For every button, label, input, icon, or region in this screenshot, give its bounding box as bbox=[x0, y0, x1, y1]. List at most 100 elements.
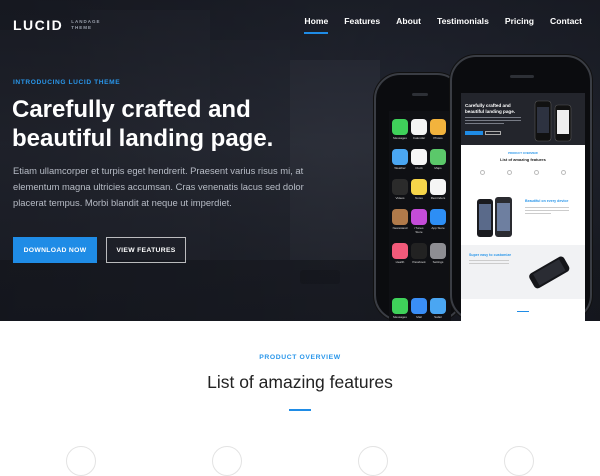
mini-primary-button bbox=[465, 131, 483, 135]
dock-app-icon[interactable]: Messages bbox=[392, 298, 408, 319]
mini-section2-title: Beautiful on every device bbox=[525, 199, 569, 203]
brand-name: LUCID bbox=[13, 17, 64, 33]
app-icon-image bbox=[411, 149, 427, 165]
app-icon[interactable]: App Store bbox=[430, 209, 446, 234]
hero-lead-text: Etiam ullamcorper et turpis eget hendrer… bbox=[13, 165, 304, 208]
mini-phone-landscape-image bbox=[529, 256, 570, 289]
app-icon-label: Weather bbox=[394, 166, 406, 170]
dock-app-label: Mail bbox=[416, 315, 422, 319]
main-nav: Home Features About Testimonials Pricing… bbox=[304, 16, 582, 34]
nav-item-features[interactable]: Features bbox=[344, 16, 380, 34]
app-icon-label: Settings bbox=[432, 260, 444, 264]
brand-subtitle-line2: THEME bbox=[71, 25, 93, 30]
mini-hero-title: Carefully crafted and beautiful landing … bbox=[465, 103, 516, 114]
app-icon-image bbox=[411, 119, 427, 135]
mini-footer bbox=[461, 303, 585, 321]
brand-subtitle: LANDAGE THEME bbox=[71, 19, 100, 31]
app-icon[interactable]: Passbook bbox=[411, 243, 427, 264]
app-icon[interactable]: Health bbox=[392, 243, 408, 264]
overview-label: PRODUCT OVERVIEW bbox=[259, 354, 341, 361]
phone-speaker bbox=[412, 93, 428, 96]
app-icon-image bbox=[392, 243, 408, 259]
brand-subtitle-line1: LANDAGE bbox=[71, 19, 101, 24]
app-icon-image bbox=[430, 119, 446, 135]
app-icon-label: Health bbox=[395, 260, 405, 264]
hero-eyebrow: INTRODUCING LUCID THEME bbox=[13, 79, 121, 86]
dock-app-label: Messages bbox=[393, 315, 407, 319]
app-icon[interactable]: Maps bbox=[430, 149, 446, 170]
nav-item-home[interactable]: Home bbox=[304, 16, 328, 34]
download-now-button[interactable]: DOWNLOAD NOW bbox=[13, 237, 97, 263]
app-icon-label: Videos bbox=[395, 196, 405, 200]
app-dock: Messages Mail Safari bbox=[392, 298, 446, 319]
app-icon-image bbox=[411, 243, 427, 259]
dock-app-icon[interactable]: Mail bbox=[411, 298, 427, 319]
mini-customize-section: Super easy to customize bbox=[461, 245, 585, 299]
mini-devices-section: Beautiful on every device bbox=[461, 193, 585, 241]
app-icon[interactable]: Weather bbox=[392, 149, 408, 170]
app-icon-label: Reminders bbox=[430, 196, 446, 200]
app-icon-image bbox=[430, 209, 446, 225]
section-divider bbox=[289, 409, 311, 411]
mini-devices-image bbox=[477, 197, 512, 237]
nav-item-contact[interactable]: Contact bbox=[550, 16, 582, 34]
app-icon-label: Calendar bbox=[412, 136, 426, 140]
mini-secondary-button bbox=[485, 131, 501, 135]
mini-hero: Carefully crafted and beautiful landing … bbox=[461, 93, 585, 145]
app-icon[interactable]: Messages bbox=[392, 119, 408, 140]
phone-mockup-right: Carefully crafted and beautiful landing … bbox=[450, 55, 592, 321]
app-icon-label: Passbook bbox=[412, 260, 426, 264]
app-icon-label: Maps bbox=[434, 166, 442, 170]
phone-speaker bbox=[510, 75, 534, 78]
feature-icon-circle bbox=[212, 446, 242, 476]
app-icon[interactable]: Settings bbox=[430, 243, 446, 264]
app-icon[interactable]: Videos bbox=[392, 179, 408, 200]
dock-app-icon[interactable]: Safari bbox=[430, 298, 446, 319]
mini-section-label: PRODUCT OVERVIEW bbox=[508, 151, 538, 155]
feature-icon-circle bbox=[504, 446, 534, 476]
brand-logo[interactable]: LUCID LANDAGE THEME bbox=[13, 17, 101, 33]
hero-headline: Carefully crafted and beautiful landing … bbox=[12, 96, 274, 152]
nav-item-pricing[interactable]: Pricing bbox=[505, 16, 534, 34]
dock-app-image bbox=[411, 298, 427, 314]
mini-phones-image bbox=[534, 100, 572, 142]
app-icon-image bbox=[411, 179, 427, 195]
app-icon-grid: Messages Calendar Photos Weather Clock Maps Vi… bbox=[392, 119, 446, 264]
app-icon-image bbox=[392, 209, 408, 225]
overview-title: List of amazing features bbox=[207, 372, 393, 392]
mini-section3-title: Super easy to customize bbox=[469, 253, 512, 257]
nav-item-about[interactable]: About bbox=[396, 16, 421, 34]
app-icon-label: iTunes Store bbox=[414, 226, 424, 234]
mini-features-section: PRODUCT OVERVIEW List of amazing feature… bbox=[461, 151, 585, 175]
app-icon[interactable]: Newsstand bbox=[392, 209, 408, 234]
mini-section-title: List of amazing features bbox=[500, 157, 546, 162]
hero-section: LUCID LANDAGE THEME Home Features About … bbox=[0, 0, 600, 321]
app-icon-image bbox=[430, 243, 446, 259]
feature-icon-circle bbox=[358, 446, 388, 476]
app-icon-label: Photos bbox=[433, 136, 443, 140]
mini-section3-text bbox=[469, 260, 509, 266]
app-icon[interactable]: Photos bbox=[430, 119, 446, 140]
app-icon[interactable]: Notes bbox=[411, 179, 427, 200]
app-icon-label: Clock bbox=[415, 166, 423, 170]
app-icon-image bbox=[392, 149, 408, 165]
mini-feature-icons bbox=[461, 170, 585, 175]
app-icon[interactable]: Clock bbox=[411, 149, 427, 170]
dock-app-image bbox=[392, 298, 408, 314]
view-features-button[interactable]: VIEW FEATURES bbox=[106, 237, 186, 263]
app-icon-image bbox=[392, 119, 408, 135]
app-icon-label: Newsstand bbox=[392, 226, 408, 230]
app-icon[interactable]: iTunes Store bbox=[411, 209, 427, 234]
app-icon-image bbox=[392, 179, 408, 195]
app-icon-image bbox=[411, 209, 427, 225]
mini-hero-text bbox=[465, 117, 521, 127]
nav-item-testimonials[interactable]: Testimonials bbox=[437, 16, 489, 34]
app-icon-label: Messages bbox=[393, 136, 407, 140]
mini-section2-text bbox=[525, 207, 569, 216]
app-icon-image bbox=[430, 149, 446, 165]
app-icon-label: Notes bbox=[415, 196, 423, 200]
dock-app-image bbox=[430, 298, 446, 314]
dock-app-label: Safari bbox=[434, 315, 442, 319]
app-icon[interactable]: Reminders bbox=[430, 179, 446, 200]
app-icon[interactable]: Calendar bbox=[411, 119, 427, 140]
